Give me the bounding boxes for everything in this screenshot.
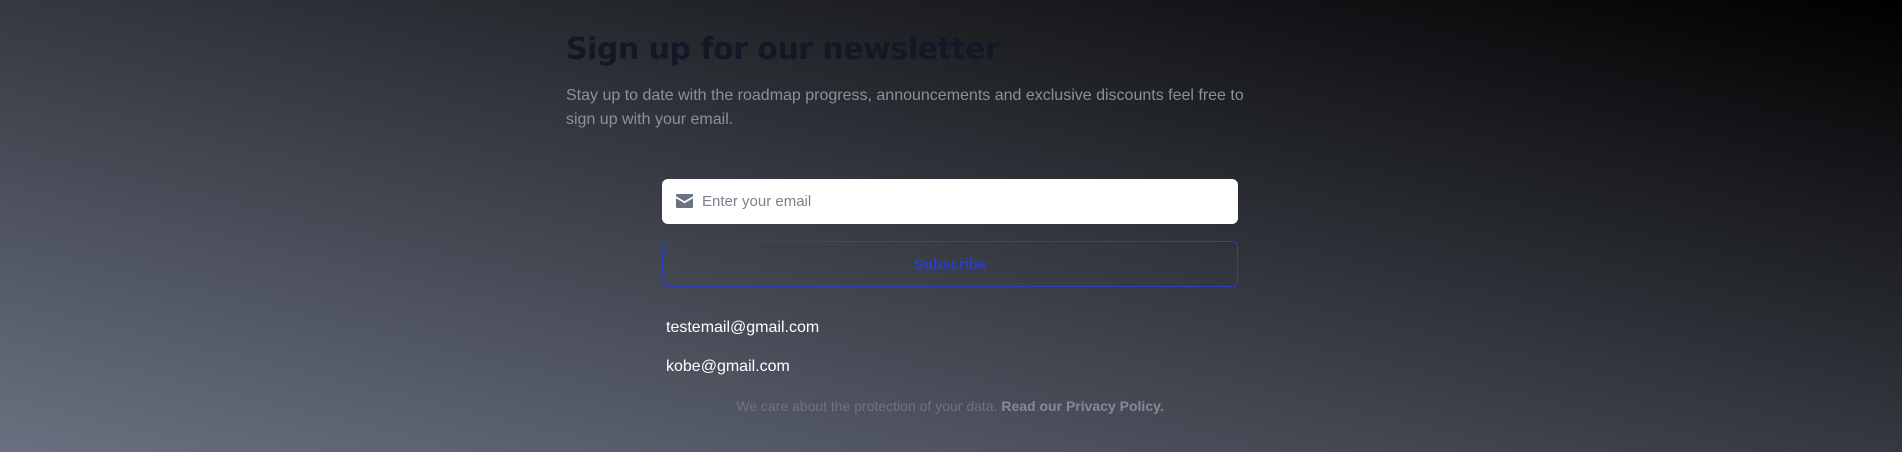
- list-item: testemail@gmail.com: [666, 319, 820, 336]
- subscribe-form: Subscribe: [662, 179, 1238, 287]
- privacy-policy-link[interactable]: Read our Privacy Policy.: [1001, 398, 1163, 414]
- privacy-notice: We care about the protection of your dat…: [566, 398, 1238, 414]
- page-title: Sign up for our newsletter: [566, 32, 1000, 67]
- privacy-text: We care about the protection of your dat…: [736, 398, 998, 414]
- list-item: kobe@gmail.com: [666, 358, 790, 375]
- mail-icon: [676, 194, 693, 208]
- email-input[interactable]: [702, 179, 1222, 224]
- subscribe-button[interactable]: Subscribe: [662, 241, 1238, 287]
- email-field-container[interactable]: [662, 179, 1238, 224]
- subscriber-list: testemail@gmail.com kobe@gmail.com: [666, 318, 1226, 396]
- newsletter-section: Sign up for our newsletter Stay up to da…: [566, 0, 1244, 452]
- newsletter-description: Stay up to date with the roadmap progres…: [566, 87, 1244, 128]
